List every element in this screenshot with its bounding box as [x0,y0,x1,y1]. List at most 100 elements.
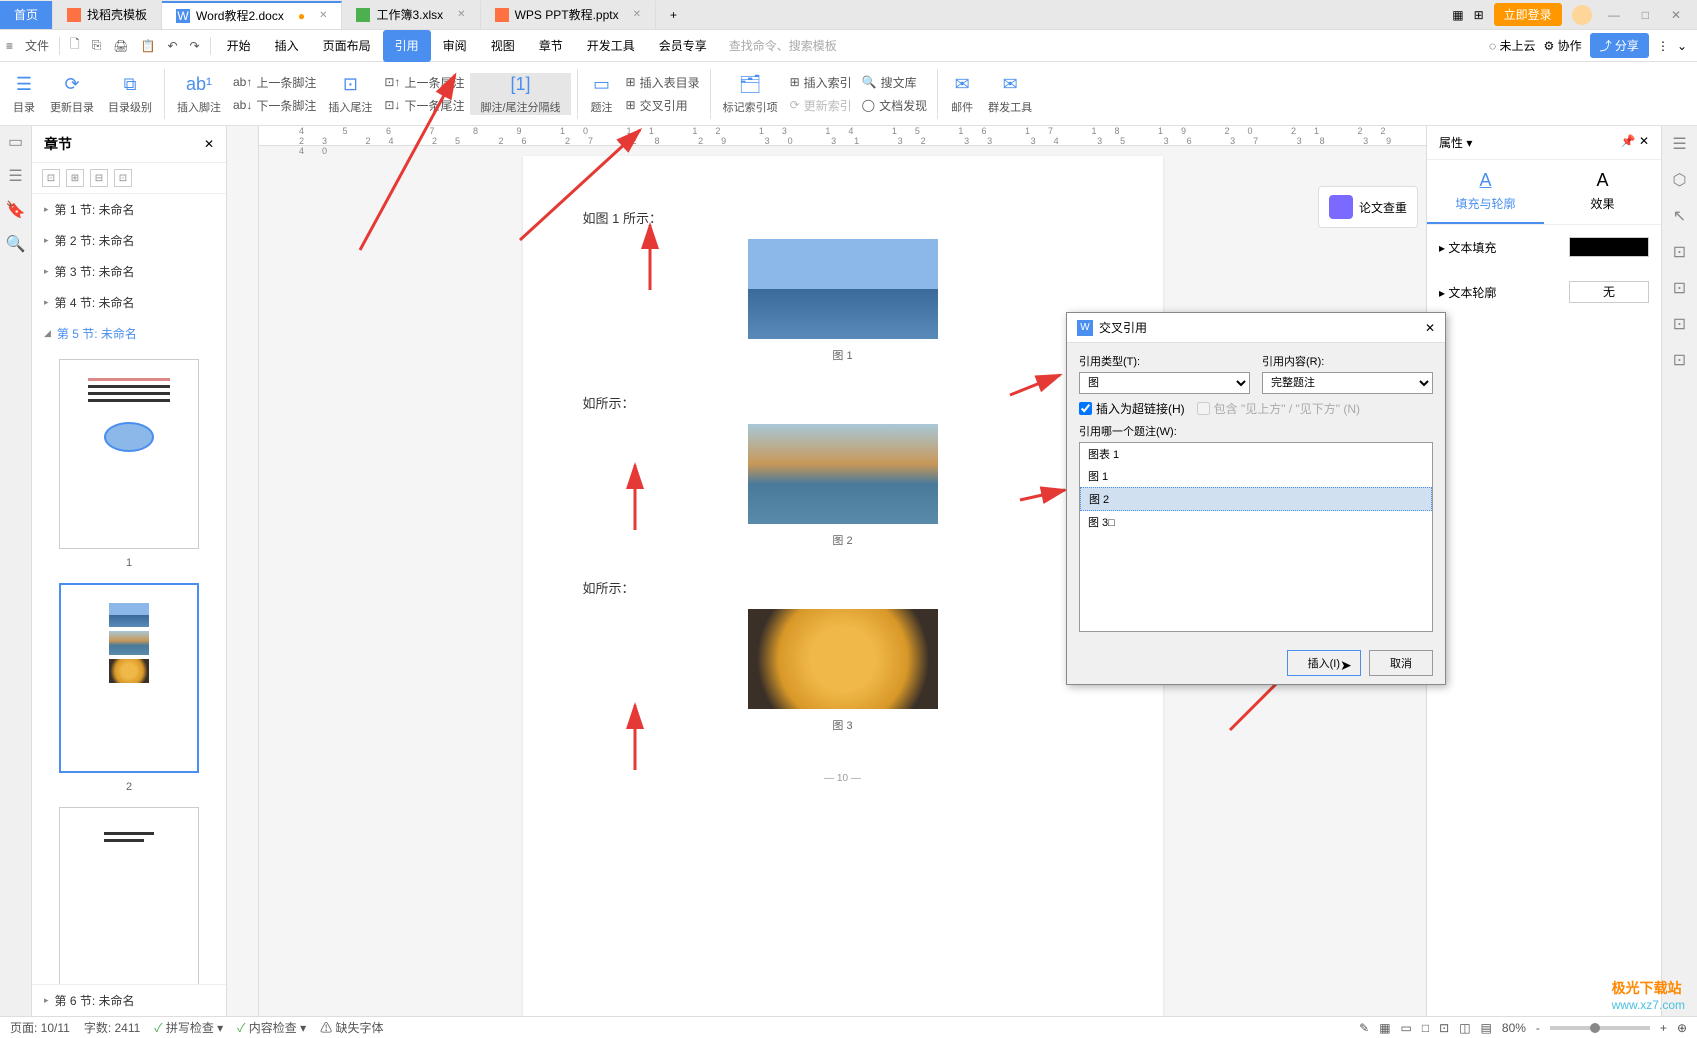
panel-title[interactable]: 属性 ▾ [1439,134,1472,151]
page-thumb-3[interactable] [59,807,199,984]
close-icon[interactable]: ✕ [457,9,465,20]
close-icon[interactable]: ✕ [633,9,641,20]
menu-insert[interactable]: 插入 [263,30,311,62]
tab-new[interactable]: + [656,1,691,29]
insert-footnote-button[interactable]: ab¹插入脚注 [171,73,227,115]
ref-content-select[interactable]: 完整题注 [1262,372,1433,394]
chapter-item-2[interactable]: ▸第 2 节: 未命名 [32,225,226,256]
view-icon[interactable]: ▦ [1379,1021,1390,1035]
plagiarism-check-button[interactable]: 论文查重 [1318,186,1418,228]
menu-references[interactable]: 引用 [383,30,431,62]
content-check-toggle[interactable]: ✓ 内容检查 ▾ [237,1019,306,1036]
insert-index-button[interactable]: ⊞插入索引 [786,72,856,93]
tool-icon-7[interactable]: ⊡ [1673,350,1686,370]
tab-xlsx[interactable]: 工作簿3.xlsx✕ [342,1,480,29]
page-thumb-1[interactable] [59,359,199,549]
sidebar-tool-3[interactable]: ⊟ [90,169,108,187]
save-icon[interactable]: ⎘ [86,38,108,53]
search-commands[interactable]: 查找命令、搜索模板 [729,37,837,54]
update-index-button[interactable]: ⟳更新索引 [786,95,856,116]
bulk-tools-button[interactable]: ✉群发工具 [982,73,1038,115]
search-library-button[interactable]: 🔍搜文库 [858,72,931,93]
outline-dropdown[interactable]: 无 [1569,281,1649,303]
doc-discover-button[interactable]: ◯文档发现 [858,95,931,116]
view-icon[interactable]: ⊡ [1439,1021,1449,1035]
tab-home[interactable]: 首页 [0,1,53,29]
spellcheck-toggle[interactable]: ✓ 拼写检查 ▾ [154,1019,223,1036]
close-icon[interactable]: ✕ [319,10,327,21]
print-icon[interactable]: 🖨 [107,39,134,53]
cancel-button[interactable]: 取消 [1369,650,1433,676]
prev-footnote-button[interactable]: ab↑上一条脚注 [229,72,320,93]
toc-button[interactable]: ☰目录 [6,73,42,115]
word-count[interactable]: 字数: 2411 [84,1019,140,1036]
prev-endnote-button[interactable]: ⊡↑上一条尾注 [380,72,468,93]
cross-reference-button[interactable]: ⊞交叉引用 [622,95,704,116]
zoom-in-icon[interactable]: + [1660,1021,1667,1035]
toc-level-button[interactable]: ⧉目录级别 [102,73,158,115]
menu-layout[interactable]: 页面布局 [311,30,383,62]
page-thumb-2[interactable] [59,583,199,773]
mail-button[interactable]: ✉邮件 [944,73,980,115]
tab-pptx[interactable]: WPS PPT教程.pptx✕ [481,1,656,29]
dialog-titlebar[interactable]: W 交叉引用 ✕ [1067,313,1445,343]
collapse-icon[interactable]: ⌄ [1677,39,1687,53]
bookmark-icon[interactable]: 🔖 [6,200,26,220]
mark-index-button[interactable]: 🗂标记索引项 [717,73,784,115]
avatar[interactable] [1572,5,1592,25]
more-icon[interactable]: ⋮ [1657,39,1669,53]
chapter-item-4[interactable]: ▸第 4 节: 未命名 [32,287,226,318]
next-endnote-button[interactable]: ⊡↓下一条尾注 [380,95,468,116]
menu-start[interactable]: 开始 [215,30,263,62]
view-icon[interactable]: □ [1422,1021,1429,1035]
ref-type-select[interactable]: 图 [1079,372,1250,394]
select-icon[interactable]: ↖ [1673,206,1686,226]
sidebar-tool-1[interactable]: ⊡ [42,169,60,187]
view-icon[interactable]: ◫ [1459,1021,1470,1035]
chapter-item-3[interactable]: ▸第 3 节: 未命名 [32,256,226,287]
preview-icon[interactable]: 📋 [135,39,162,53]
caption-button[interactable]: ▭题注 [584,73,620,115]
sidebar-close-icon[interactable]: ✕ [204,137,214,151]
chapter-item-6[interactable]: ▸第 6 节: 未命名 [32,985,226,1016]
tool-icon-1[interactable]: ☰ [1672,134,1686,154]
menu-chapter[interactable]: 章节 [527,30,575,62]
thumbnail-view-icon[interactable]: ▭ [8,132,23,152]
text-fill-row[interactable]: ▸ 文本填充 [1427,225,1661,269]
sidebar-tool-2[interactable]: ⊞ [66,169,84,187]
list-item[interactable]: 图 1 [1080,465,1432,487]
share-button[interactable]: ⤴ 分享 [1590,33,1649,58]
apps-icon[interactable]: ⊞ [1474,8,1484,22]
caption-listbox[interactable]: 图表 1 图 1 图 2 图 3□ [1079,442,1433,632]
chapter-item-5[interactable]: ◢第 5 节: 未命名 [32,318,226,349]
file-menu[interactable]: 文件 [19,37,55,54]
update-toc-button[interactable]: ⟳更新目录 [44,73,100,115]
undo-icon[interactable]: ↶ [161,39,183,53]
tool-icon-5[interactable]: ⊡ [1673,278,1686,298]
tab-effects[interactable]: A效果 [1544,160,1661,224]
page-indicator[interactable]: 页面: 10/11 [10,1019,70,1036]
tab-fill-outline[interactable]: A填充与轮廓 [1427,160,1544,224]
text-outline-row[interactable]: ▸ 文本轮廓 无 [1427,269,1661,315]
zoom-value[interactable]: 80% [1502,1021,1526,1035]
hamburger-icon[interactable]: ≡ [0,39,19,53]
missing-fonts[interactable]: ⚠ 缺失字体 [320,1019,383,1036]
menu-view[interactable]: 视图 [479,30,527,62]
cloud-status[interactable]: ◌ 未上云 [1489,37,1535,54]
sidebar-tool-4[interactable]: ⊡ [114,169,132,187]
dialog-close-icon[interactable]: ✕ [1425,321,1435,335]
list-item-selected[interactable]: 图 2 [1080,487,1432,511]
new-doc-icon[interactable]: 🗋 [64,35,86,56]
list-item[interactable]: 图 3□ [1080,511,1432,533]
insert-endnote-button[interactable]: ⊡插入尾注 [322,73,378,115]
tab-templates[interactable]: 找稻壳模板 [53,1,162,29]
view-icon[interactable]: ▭ [1401,1021,1412,1035]
fit-icon[interactable]: ⊕ [1677,1021,1687,1035]
insert-table-toc-button[interactable]: ⊞插入表目录 [622,72,704,93]
pin-icon[interactable]: 📌 [1621,134,1636,148]
grid-icon[interactable]: ▦ [1452,8,1463,22]
chapter-item-1[interactable]: ▸第 1 节: 未命名 [32,194,226,225]
collab-button[interactable]: ⚙ 协作 [1544,37,1582,54]
redo-icon[interactable]: ↷ [184,39,206,53]
zoom-slider[interactable] [1550,1026,1650,1030]
